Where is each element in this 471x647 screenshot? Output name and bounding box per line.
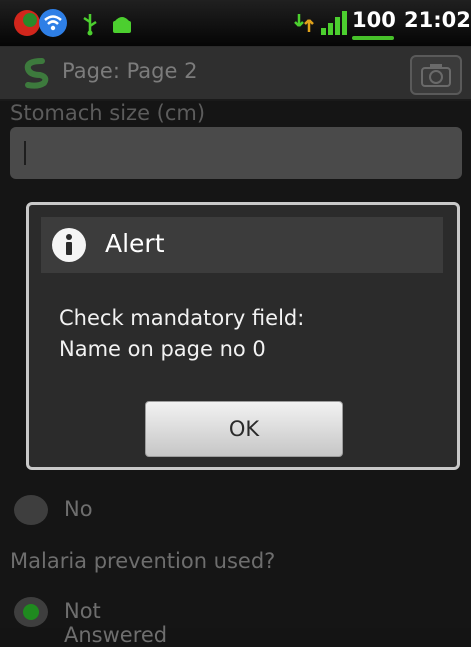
sync-icon (294, 14, 314, 32)
question-label: Malaria prevention used? (10, 549, 276, 573)
alert-dialog: Alert Check mandatory field: Name on pag… (26, 202, 460, 470)
wifi-icon (39, 9, 67, 37)
dialog-message-line: Check mandatory field: (59, 306, 305, 330)
info-icon (52, 228, 86, 262)
dialog-message-line: Name on page no 0 (59, 337, 266, 361)
dialog-title: Alert (105, 229, 165, 258)
camera-icon (421, 64, 451, 87)
battery-level: 100 (352, 8, 396, 32)
field-label: Stomach size (cm) (10, 101, 206, 125)
battery-indicator (352, 36, 394, 40)
stomach-size-input[interactable] (10, 127, 462, 179)
title-bar: Page: Page 2 (0, 47, 471, 101)
ok-button[interactable]: OK (145, 401, 343, 457)
signal-icon (321, 11, 347, 35)
android-debug-icon (113, 17, 131, 33)
dialog-message: Check mandatory field: Name on page no 0 (59, 303, 439, 365)
dialog-header: Alert (41, 217, 443, 273)
clock: 21:02 (404, 8, 471, 32)
page-title: Page: Page 2 (62, 59, 198, 83)
radio-label: Not Answered (64, 599, 168, 647)
usb-icon (83, 14, 97, 36)
app-logo-icon (24, 58, 49, 89)
status-bar: 100 21:02 (0, 0, 471, 47)
text-cursor (24, 141, 26, 165)
radio-selected-icon (14, 597, 48, 627)
radio-label: No (64, 497, 93, 521)
radio-unselected-icon (14, 495, 48, 525)
camera-button[interactable] (410, 55, 462, 95)
